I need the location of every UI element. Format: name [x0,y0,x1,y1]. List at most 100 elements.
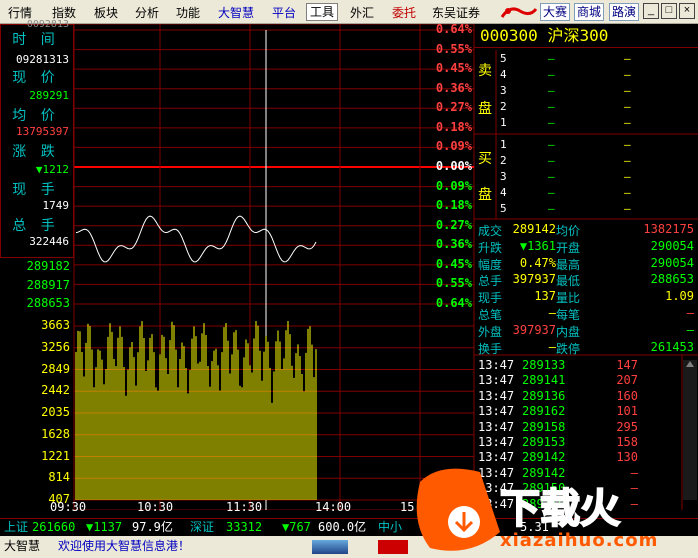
watermark-url: xiazaihuo.com [500,530,659,551]
volume-tick: 2442 [41,383,70,398]
app-window: { "menu":{ "items":[ {"label":"行情"},{"la… [0,0,698,558]
tick-row[interactable]: 13:47 289162 101 [474,404,682,419]
percent-tick: 0.09% [435,178,472,193]
time-tick: 11:30 [226,500,263,514]
sell-row[interactable]: 2— — [474,100,698,115]
tick-row[interactable]: 13:47 289133 147 [474,358,682,373]
volume-tick: 1628 [41,426,70,441]
quote-value: 290054 [650,255,694,270]
minimize-button[interactable]: _ [643,3,659,19]
app-name: 大智慧 [4,539,41,553]
info-label-avg: 均 价 [12,108,60,124]
info-value-change: ▼1212 [35,163,69,176]
quote-panel: 000300 沪深300 卖 盘 买 盘 5— —4— —3— —2— —1— —1— —2… [474,24,698,511]
percent-tick: 0.64% [435,22,472,36]
percent-tick: 0.36% [435,80,472,95]
sh-index-label[interactable]: 上证 [4,519,28,535]
quote-value: 0.47% [519,255,556,270]
quote-value: — [686,322,694,337]
menu-fenxi[interactable]: 分析 [135,4,159,21]
info-label-curvol: 现 手 [12,182,60,198]
menu-pingtai[interactable]: 平台 [272,4,296,21]
percent-tick: 0.55% [435,41,472,56]
percent-tick: 0.55% [435,276,472,291]
menu-weituo[interactable]: 委托 [392,4,416,21]
sh-index-value: 261660 [32,520,76,534]
quote-label: 现手 [478,291,503,306]
menu-dazhihui[interactable]: 大智慧 [218,4,254,21]
quote-label: 内盘 [556,324,581,339]
info-value-curvol: 1749 [42,199,70,212]
percent-tick: 0.45% [435,61,472,76]
sz-index-amount: 600.0亿 [318,520,367,534]
sell-row[interactable]: 4— — [474,68,698,83]
alert-indicator [378,540,408,554]
sz-index-change: ▼767 [282,520,311,534]
menu-gongju[interactable]: 工具 [306,3,339,21]
quote-label: 幅度 [478,257,503,272]
progress-indicator [312,540,348,554]
quote-value: 397937 [512,322,556,337]
menu-dongwu[interactable]: 东吴证券 [432,4,480,21]
maximize-button[interactable]: □ [661,3,677,19]
quote-label: 最低 [556,274,581,289]
quote-value: — [548,306,556,320]
quote-value: — [686,306,694,320]
buy-row[interactable]: 2— — [474,154,698,169]
menu-waihui[interactable]: 外汇 [350,4,374,21]
dasai-button[interactable]: 大赛 [540,3,571,21]
quote-value: 289142 [512,222,556,236]
menu-bankuai[interactable]: 板块 [94,4,118,21]
close-button[interactable]: × [679,3,695,19]
quote-value: ▼1361 [519,238,556,253]
quote-label: 最高 [556,257,581,272]
info-value-avg: 13795397 [16,125,69,138]
mid-index-label[interactable]: 中小 [378,519,402,535]
buy-row[interactable]: 4— — [474,186,698,201]
info-panel: 0092813 时 间 09281313 现 价 289291 均 价 1379… [0,19,74,258]
buy-row[interactable]: 3— — [474,170,698,185]
menu-bar: 行情 指数 板块 分析 功能 大智慧 平台 工具 外汇 委托 东吴证券 大赛 商… [0,0,698,24]
sz-index-value: 33312 [226,520,263,534]
percent-tick: 0.18% [435,119,472,134]
menu-gongneng[interactable]: 功能 [176,4,200,21]
price-tick: 288917 [26,278,70,292]
info-value-price: 289291 [29,89,69,102]
volume-tick: 2849 [41,361,70,376]
tick-row[interactable]: 13:47 289136 160 [474,389,682,404]
quote-label: 量比 [556,291,581,306]
info-value-totvol: 322446 [29,235,69,248]
quote-label: 开盘 [556,240,581,255]
price-tick: 288653 [26,296,70,310]
luyan-button[interactable]: 路演 [609,3,640,21]
quote-label: 总笔 [478,308,503,322]
price-tick: 289182 [26,259,70,273]
buy-row[interactable]: 5— — [474,202,698,217]
sell-row[interactable]: 5— — [474,52,698,67]
sz-index-label[interactable]: 深证 [190,519,214,535]
sell-row[interactable]: 3— — [474,84,698,99]
time-tick: 09:30 [50,500,87,514]
buy-row[interactable]: 1— — [474,138,698,153]
brand-logo-icon [500,7,538,18]
shangcheng-button[interactable]: 商城 [574,3,605,21]
watermark-brand: 下载火 [499,485,621,533]
tick-row[interactable]: 13:47 289141 207 [474,373,682,388]
percent-tick: 0.09% [435,139,472,154]
percent-tick: 0.45% [435,256,472,271]
percent-tick: 0.18% [435,198,472,213]
volume-tick: 3256 [41,339,70,354]
volume-tick: 814 [48,470,70,485]
tick-row[interactable]: 13:47 289158 295 [474,420,682,435]
quote-value: 290054 [650,238,694,253]
quote-label: 跌停 [556,341,581,356]
tick-row[interactable]: 13:47 289153 158 [474,435,682,450]
quote-label: 升跌 [478,240,503,255]
info-label-totvol: 总 手 [12,218,60,234]
volume-tick: 1221 [41,448,70,463]
sh-index-change: ▼1137 [86,520,123,534]
welcome-message: 欢迎使用大智慧信息港！ [58,539,191,553]
quote-label: 成交 [478,224,503,238]
quote-label: 总手 [478,274,503,289]
sell-row[interactable]: 1— — [474,116,698,131]
